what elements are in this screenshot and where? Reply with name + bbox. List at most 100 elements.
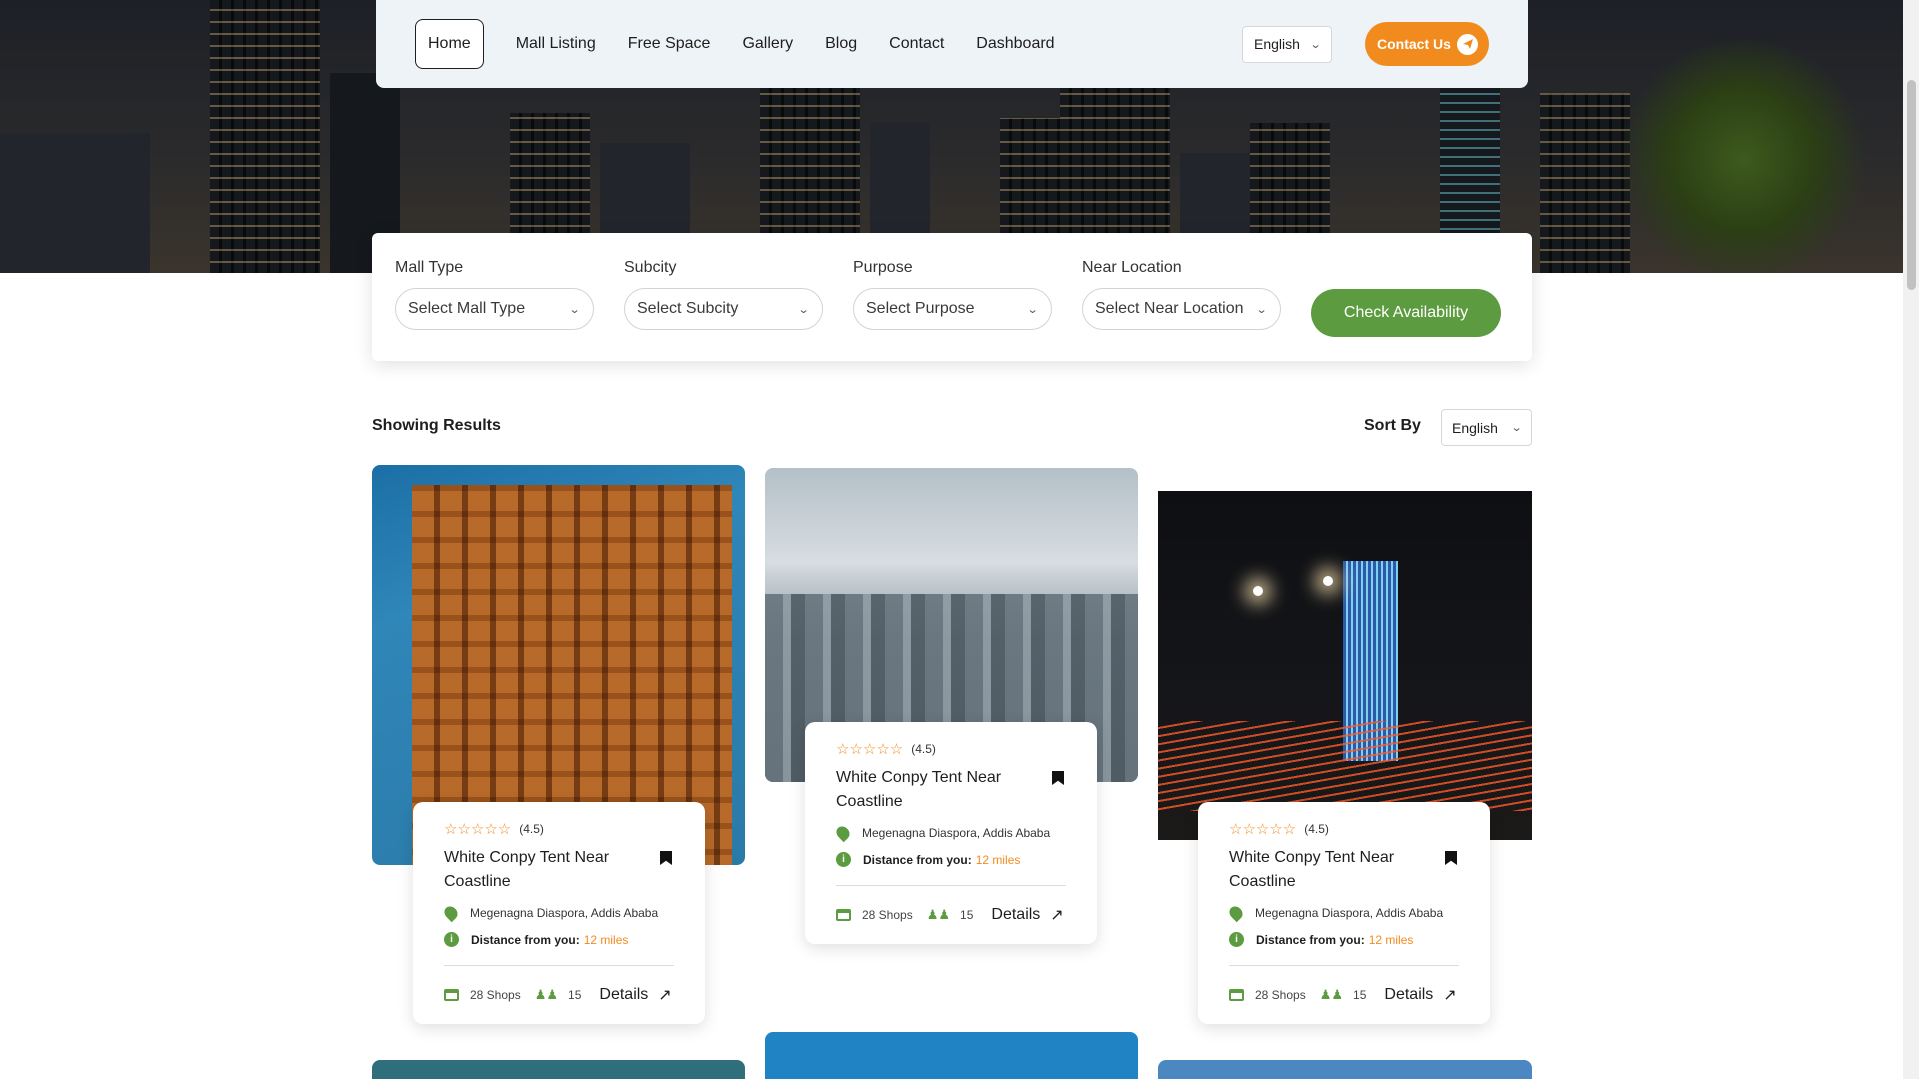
bookmark-icon[interactable]: [1445, 851, 1457, 865]
distance-label: Distance from you:: [1256, 932, 1365, 947]
shop-icon: [836, 909, 851, 921]
people-icon: ♟♟: [534, 987, 559, 1002]
mall-type-select[interactable]: Select Mall Type ⌄: [395, 288, 594, 330]
details-link[interactable]: Details ↗: [1384, 985, 1456, 1005]
page-scrollbar[interactable]: [1903, 0, 1919, 1079]
results-heading: Showing Results: [372, 417, 501, 434]
chevron-down-icon: ⌄: [1026, 303, 1039, 316]
listing-card[interactable]: ☆☆☆☆☆ (4.5) White Conpy Tent Near Coastl…: [1198, 802, 1490, 1024]
location-pin-icon: [441, 903, 461, 923]
purpose-field: Purpose Select Purpose ⌄: [853, 259, 1052, 330]
distance-value: 12 miles: [975, 852, 1021, 867]
listing-image[interactable]: [765, 1032, 1138, 1079]
star-icon: ☆☆☆☆☆: [1229, 821, 1297, 838]
details-link[interactable]: Details ↗: [991, 905, 1063, 925]
subcity-select[interactable]: Select Subcity ⌄: [624, 288, 823, 330]
info-icon: i: [444, 932, 459, 947]
info-icon: i: [836, 852, 851, 867]
details-label: Details: [1384, 986, 1434, 1003]
search-panel: Mall Type Select Mall Type ⌄ Subcity Sel…: [372, 233, 1532, 361]
distance-label: Distance from you:: [471, 932, 580, 947]
listing-card[interactable]: ☆☆☆☆☆ (4.5) White Conpy Tent Near Coastl…: [805, 722, 1097, 944]
distance-value: 12 miles: [1368, 932, 1414, 947]
nav-contact[interactable]: Contact: [889, 35, 944, 53]
top-navbar: Home Mall Listing Free Space Gallery Blo…: [376, 0, 1528, 88]
sort-select[interactable]: English ⌄: [1441, 409, 1532, 446]
nav-mall-listing[interactable]: Mall Listing: [516, 35, 596, 53]
nav-home[interactable]: Home: [415, 19, 484, 69]
nav-gallery[interactable]: Gallery: [742, 35, 793, 53]
rating-text: (4.5): [911, 742, 936, 756]
arrow-up-right-icon: ↗: [658, 987, 672, 1004]
subcity-field: Subcity Select Subcity ⌄: [624, 259, 823, 330]
purpose-label: Purpose: [853, 259, 913, 276]
people-count: 15: [1353, 988, 1367, 1002]
mall-type-label: Mall Type: [395, 259, 464, 276]
rating-row: ☆☆☆☆☆ (4.5): [1229, 820, 1459, 838]
sort-value: English: [1452, 419, 1498, 436]
send-icon: [1457, 33, 1478, 55]
arrow-up-right-icon: ↗: [1050, 907, 1064, 924]
near-location-field: Near Location Select Near Location ⌄: [1082, 259, 1281, 330]
purpose-placeholder: Select Purpose: [866, 300, 975, 317]
people-count: 15: [568, 988, 582, 1002]
rating-row: ☆☆☆☆☆ (4.5): [836, 740, 1066, 758]
chevron-down-icon: ⌄: [797, 303, 810, 316]
mall-type-placeholder: Select Mall Type: [408, 300, 526, 317]
listing-image[interactable]: [1158, 1060, 1532, 1079]
chevron-down-icon: ⌄: [568, 303, 581, 316]
distance-value: 12 miles: [583, 932, 629, 947]
chevron-down-icon: ⌄: [1510, 422, 1523, 434]
language-value: English: [1254, 36, 1300, 52]
chevron-down-icon: ⌄: [1309, 38, 1322, 51]
listing-image[interactable]: [372, 1060, 745, 1079]
location-pin-icon: [1226, 903, 1246, 923]
listing-title: White Conpy Tent Near Coastline: [836, 769, 1002, 810]
people-count: 15: [960, 908, 974, 922]
purpose-select[interactable]: Select Purpose ⌄: [853, 288, 1052, 330]
subcity-placeholder: Select Subcity: [637, 300, 739, 317]
listing-image[interactable]: [1158, 491, 1532, 840]
nav-dashboard[interactable]: Dashboard: [976, 35, 1054, 53]
distance-label: Distance from you:: [863, 852, 972, 867]
near-location-placeholder: Select Near Location: [1095, 300, 1244, 317]
people-icon: ♟♟: [926, 907, 951, 922]
rating-row: ☆☆☆☆☆ (4.5): [444, 820, 674, 838]
star-icon: ☆☆☆☆☆: [444, 821, 512, 838]
listing-location: Megenagna Diaspora, Addis Ababa: [862, 826, 1051, 840]
info-icon: i: [1229, 932, 1244, 947]
contact-us-label: Contact Us: [1377, 36, 1451, 52]
bookmark-icon[interactable]: [660, 851, 672, 865]
location-pin-icon: [833, 823, 853, 843]
check-availability-button[interactable]: Check Availability: [1311, 289, 1501, 337]
shop-icon: [1229, 989, 1244, 1001]
listing-location: Megenagna Diaspora, Addis Ababa: [1255, 906, 1444, 920]
language-select[interactable]: English ⌄: [1242, 25, 1332, 63]
rating-text: (4.5): [1304, 822, 1329, 836]
near-location-select[interactable]: Select Near Location ⌄: [1082, 288, 1281, 330]
subcity-label: Subcity: [624, 259, 677, 276]
arrow-up-right-icon: ↗: [1443, 987, 1457, 1004]
listing-card[interactable]: ☆☆☆☆☆ (4.5) White Conpy Tent Near Coastl…: [413, 802, 705, 1024]
chevron-down-icon: ⌄: [1255, 303, 1268, 316]
nav-blog[interactable]: Blog: [825, 35, 857, 53]
shops-count: 28 Shops: [470, 988, 521, 1002]
listing-location: Megenagna Diaspora, Addis Ababa: [470, 906, 659, 920]
details-link[interactable]: Details ↗: [599, 985, 671, 1005]
rating-text: (4.5): [519, 822, 544, 836]
scrollbar-thumb[interactable]: [1907, 80, 1916, 290]
details-label: Details: [991, 906, 1041, 923]
shops-count: 28 Shops: [862, 908, 913, 922]
contact-us-button[interactable]: Contact Us: [1365, 22, 1489, 66]
near-location-label: Near Location: [1082, 259, 1182, 276]
mall-type-field: Mall Type Select Mall Type ⌄: [395, 259, 594, 330]
shops-count: 28 Shops: [1255, 988, 1306, 1002]
sort-by-label: Sort By: [1364, 417, 1421, 434]
nav-free-space[interactable]: Free Space: [628, 35, 711, 53]
bookmark-icon[interactable]: [1052, 771, 1064, 785]
listing-title: White Conpy Tent Near Coastline: [1229, 849, 1395, 890]
star-icon: ☆☆☆☆☆: [836, 741, 904, 758]
listing-title: White Conpy Tent Near Coastline: [444, 849, 610, 890]
shop-icon: [444, 989, 459, 1001]
people-icon: ♟♟: [1319, 987, 1344, 1002]
